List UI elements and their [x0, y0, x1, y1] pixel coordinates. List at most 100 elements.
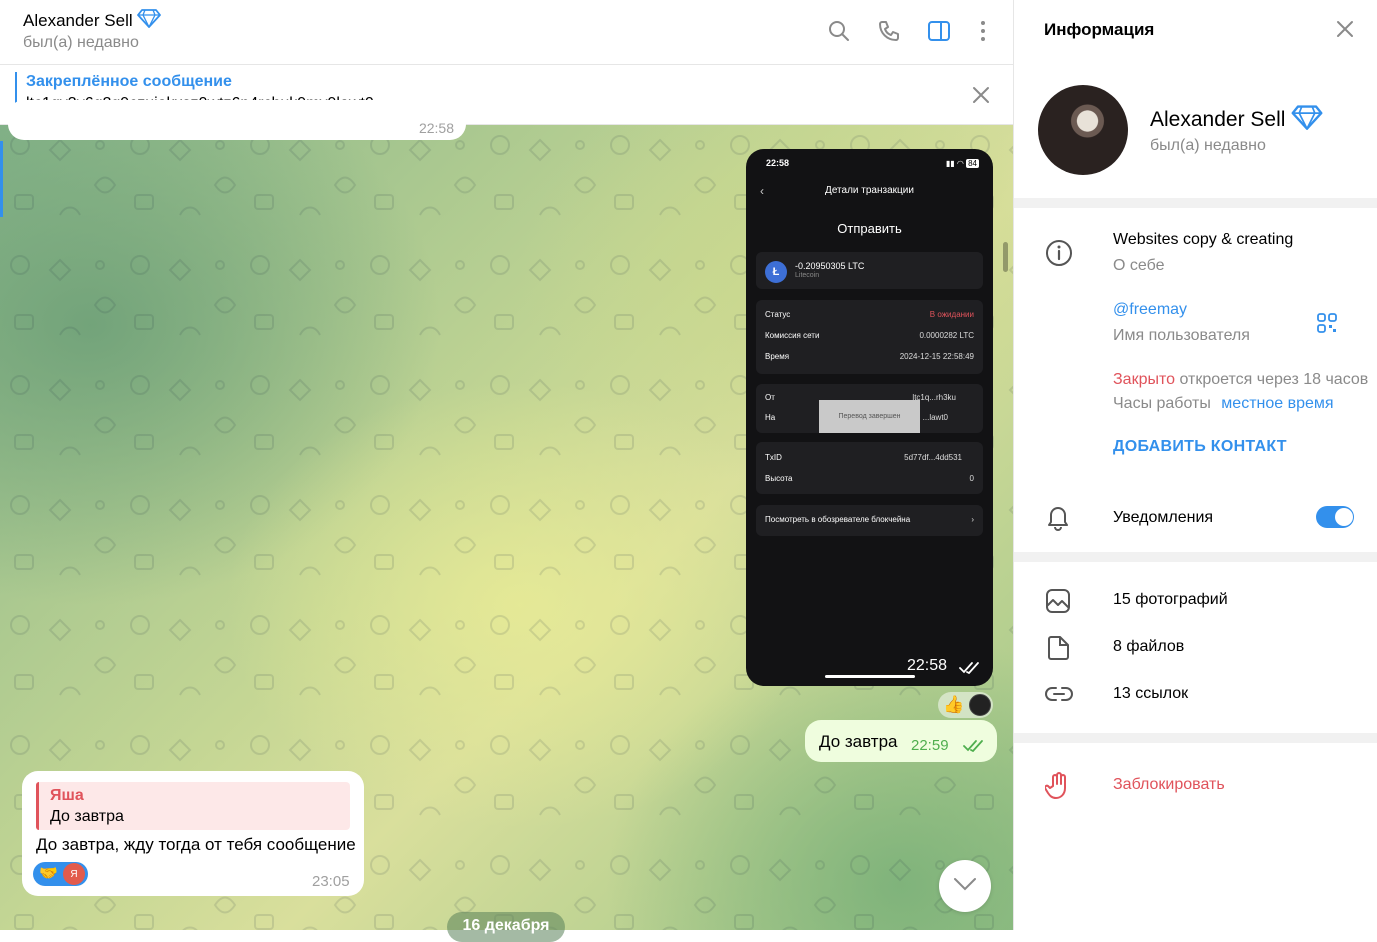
from-label: От — [765, 393, 775, 402]
photo-icon — [1045, 588, 1071, 614]
profile-name: Alexander Sell — [1150, 104, 1323, 136]
reaction-emoji[interactable]: 👍 — [943, 695, 964, 715]
hours-status: Закрыто откроется через 18 часов — [1113, 371, 1368, 389]
toggle-knob — [1335, 508, 1353, 526]
chat-scrollbar[interactable] — [1001, 127, 1010, 930]
search-icon[interactable] — [826, 18, 852, 44]
txid-card: TxID 5d77df...4dd531 Высота 0 — [756, 442, 983, 494]
block-button[interactable]: Заблокировать — [1113, 776, 1225, 794]
message-reaction[interactable]: 🤝 Я — [33, 862, 88, 886]
close-icon[interactable] — [970, 84, 992, 111]
diamond-icon — [136, 8, 161, 33]
diamond-icon — [1291, 104, 1323, 136]
profile-status: был(а) недавно — [1150, 137, 1266, 154]
reply-bar — [36, 782, 39, 830]
amount: -0.20950305 LTC — [795, 261, 865, 271]
file-icon — [1045, 635, 1071, 661]
reply-author: Яша — [50, 787, 84, 804]
height-label: Высота — [765, 474, 793, 483]
coin-name: Litecoin — [795, 272, 820, 279]
reaction-emoji: 🤝 — [39, 865, 58, 882]
hours-closed: Закрыто — [1113, 371, 1176, 388]
status-label: Статус — [765, 310, 791, 319]
hand-stop-icon — [1045, 772, 1071, 800]
height-value: 0 — [969, 474, 974, 483]
avatar[interactable] — [1038, 85, 1128, 175]
double-check-icon — [959, 661, 981, 679]
notifications-toggle[interactable] — [1316, 506, 1354, 528]
fee-label: Комиссия сети — [765, 331, 820, 340]
info-panel: Информация Alexander Sell был(а) недавно… — [1013, 0, 1377, 930]
info-icon — [1045, 239, 1073, 267]
hours-label: Часы работы — [1113, 395, 1211, 412]
divider — [1014, 733, 1377, 743]
amount-card: Ł -0.20950305 LTC Litecoin — [756, 252, 983, 289]
explorer-link: Посмотреть в обозревателе блокчейна — [765, 515, 911, 524]
reply-text: До завтра — [50, 808, 124, 825]
hours-opens: откроется через 18 часов — [1179, 371, 1369, 388]
txid-label: TxID — [765, 453, 782, 462]
chat-area: Alexander Sell был(а) недавно Закреплённ… — [0, 0, 1013, 942]
sidebar-toggle-icon[interactable] — [926, 18, 952, 44]
phone-status-icons: ▮▮ ◠ 84 — [946, 159, 979, 168]
reaction-avatar — [969, 694, 991, 716]
bio-text[interactable]: Websites copy & creating — [1113, 231, 1293, 249]
link-icon — [1045, 682, 1073, 706]
phone-status-time: 22:58 — [766, 158, 790, 168]
litecoin-icon: Ł — [765, 261, 787, 283]
reaction-avatar: Я — [63, 863, 85, 885]
phone-action: Отправить — [837, 221, 902, 236]
scroll-thumb[interactable] — [1003, 242, 1008, 272]
chat-status: был(а) недавно — [23, 34, 139, 51]
pinned-title: Закреплённое сообщение — [26, 73, 232, 90]
photos-link[interactable]: 15 фотографий — [1113, 591, 1228, 609]
fee-value: 0.0000282 LTC — [919, 331, 974, 340]
info-title: Информация — [1044, 20, 1155, 39]
message-text: До завтра, жду тогда от тебя сообщение — [36, 835, 356, 854]
local-time-link[interactable]: местное время — [1221, 395, 1333, 412]
reply-quote[interactable]: Яша До завтра — [36, 782, 350, 830]
toast-transfer-done: Перевод завершен — [819, 400, 920, 433]
add-contact-button[interactable]: ДОБАВИТЬ КОНТАКТ — [1113, 438, 1287, 456]
message-time: 23:05 — [312, 873, 350, 890]
chevron-right-icon: › — [971, 515, 974, 524]
message-time: 22:59 — [911, 737, 949, 754]
outgoing-message[interactable]: До завтра 22:59 — [805, 720, 997, 762]
message-time: 22:58 — [907, 657, 948, 674]
chat-name: Alexander Sell — [23, 10, 133, 30]
previous-message[interactable]: 22:58 — [8, 100, 466, 140]
chat-header[interactable]: Alexander Sell был(а) недавно — [0, 0, 1013, 65]
home-indicator — [825, 675, 915, 678]
telegram-app: Alexander Sell был(а) недавно Закреплённ… — [0, 0, 1377, 942]
close-icon[interactable] — [1334, 18, 1356, 45]
double-check-icon — [963, 739, 985, 757]
explorer-card: Посмотреть в обозревателе блокчейна › — [756, 505, 983, 536]
hours-row: Часы работы местное время — [1113, 395, 1334, 413]
profile-name-text: Alexander Sell — [1150, 108, 1286, 131]
chevron-down-icon — [953, 877, 977, 896]
divider — [1014, 198, 1377, 208]
signal-icon: ▮▮ ◠ — [945, 159, 967, 168]
to-label: На — [765, 413, 776, 422]
photo-message-screenshot[interactable]: 22:58 ▮▮ ◠ 84 ‹ Детали транзакции Отправ… — [746, 149, 993, 686]
bell-icon — [1045, 503, 1071, 531]
more-icon[interactable] — [970, 18, 996, 44]
txid-value: 5d77df...4dd531 — [904, 453, 962, 462]
username-label: Имя пользователя — [1113, 327, 1250, 344]
time-label: Время — [765, 352, 790, 361]
files-link[interactable]: 8 файлов — [1113, 638, 1184, 656]
chat-title[interactable]: Alexander Sell — [23, 8, 161, 33]
links-link[interactable]: 13 ссылок — [1113, 685, 1188, 703]
phone-icon[interactable] — [876, 18, 902, 44]
notifications-label: Уведомления — [1113, 509, 1214, 526]
incoming-message[interactable]: Яша До завтра До завтра, жду тогда от те… — [22, 771, 364, 896]
chat-left-accent — [0, 141, 3, 217]
to-value: ...lawt0 — [922, 413, 948, 422]
username-link[interactable]: @freemay — [1113, 301, 1187, 319]
scroll-down-button[interactable] — [939, 860, 991, 912]
bio-label: О себе — [1113, 257, 1165, 274]
qr-code-icon[interactable] — [1316, 312, 1338, 339]
divider — [1014, 552, 1377, 562]
status-value: В ожидании — [929, 310, 974, 319]
date-separator: 16 декабря — [447, 912, 565, 942]
